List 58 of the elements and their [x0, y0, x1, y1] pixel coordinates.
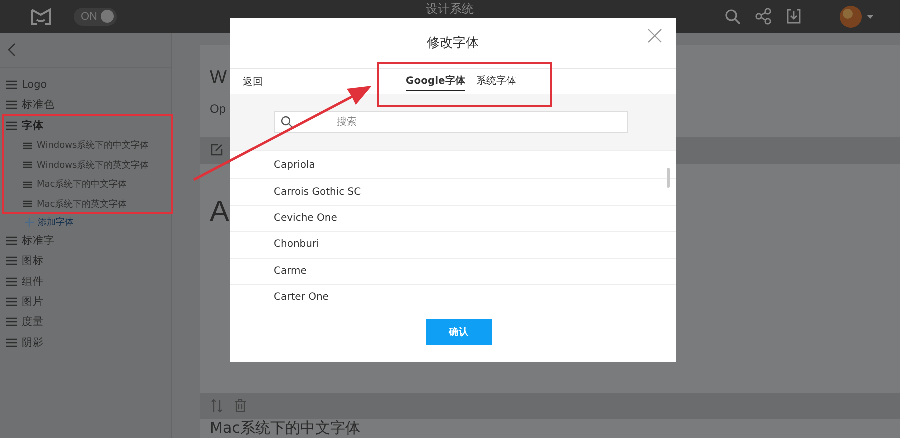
list-icon — [23, 161, 32, 170]
font-list-item[interactable]: Ceviche One — [230, 206, 676, 232]
avatar-icon[interactable] — [840, 6, 862, 28]
back-icon[interactable] — [8, 43, 16, 57]
sidebar-item[interactable]: 组件 — [0, 271, 171, 292]
back-link[interactable]: 返回 — [243, 74, 263, 88]
section-subheading: Op — [210, 102, 226, 116]
list-icon — [23, 142, 32, 150]
list-icon — [6, 338, 17, 348]
toggle-switch[interactable]: ON — [74, 8, 116, 26]
add-font-link[interactable]: 添加字体 — [0, 214, 171, 231]
logo-icon[interactable] — [30, 8, 52, 26]
list-icon — [6, 80, 17, 90]
list-icon — [6, 236, 17, 246]
confirm-button[interactable]: 确认 — [426, 319, 492, 345]
search-field[interactable]: 搜索 — [274, 111, 628, 133]
dialog-title: 修改字体 — [427, 35, 479, 52]
scrollbar[interactable] — [667, 168, 670, 188]
sidebar-subitem[interactable]: Mac系统下的中文字体 — [0, 174, 171, 194]
section-heading: W — [210, 66, 227, 88]
font-list-item[interactable]: Chonburi — [230, 232, 676, 259]
font-sample: A — [210, 196, 230, 229]
download-icon[interactable] — [786, 8, 802, 25]
sidebar-item[interactable]: Logo — [0, 75, 171, 96]
list-icon — [23, 180, 32, 189]
app-title: 设计系统 — [426, 2, 474, 16]
sidebar-item[interactable]: 标准色 — [0, 95, 171, 116]
search-icon — [281, 116, 293, 128]
list-icon — [6, 100, 17, 110]
search-icon[interactable] — [725, 8, 741, 24]
list-icon — [6, 317, 17, 328]
list-icon — [6, 296, 17, 307]
close-icon[interactable] — [648, 29, 662, 43]
font-source-tab[interactable]: Google字体 — [406, 72, 466, 91]
sidebar-subitem[interactable]: Mac系统下的英文字体 — [0, 194, 171, 214]
sidebar-item[interactable]: 图片 — [0, 292, 171, 312]
font-list-item[interactable]: Carme — [230, 258, 676, 285]
section-heading: Mac系统下的中文字体 — [210, 419, 362, 438]
font-list-item[interactable]: Carter One — [230, 284, 676, 302]
sidebar-item[interactable]: 字体 — [0, 116, 171, 136]
list-icon — [6, 276, 17, 287]
sidebar-subitem[interactable]: Windows系统下的英文字体 — [0, 155, 171, 175]
sidebar-item[interactable]: 阴影 — [0, 332, 171, 353]
font-source-tab[interactable]: 系统字体 — [476, 72, 516, 91]
plus-icon — [25, 218, 34, 227]
sidebar-item[interactable]: 标准字 — [0, 230, 171, 252]
list-icon — [6, 120, 17, 131]
sidebar-subitem[interactable]: Windows系统下的中文字体 — [0, 136, 171, 156]
caret-icon[interactable] — [867, 14, 874, 18]
list-icon — [23, 200, 32, 208]
sort-icon[interactable] — [211, 398, 223, 413]
edit-icon[interactable] — [211, 144, 223, 156]
list-icon — [6, 256, 17, 266]
font-list-item[interactable]: Carrois Gothic SC — [230, 179, 676, 206]
share-icon[interactable] — [755, 8, 772, 25]
sidebar-item[interactable]: 图标 — [0, 251, 171, 272]
sidebar-item[interactable]: 度量 — [0, 312, 171, 332]
trash-icon[interactable] — [235, 399, 246, 412]
